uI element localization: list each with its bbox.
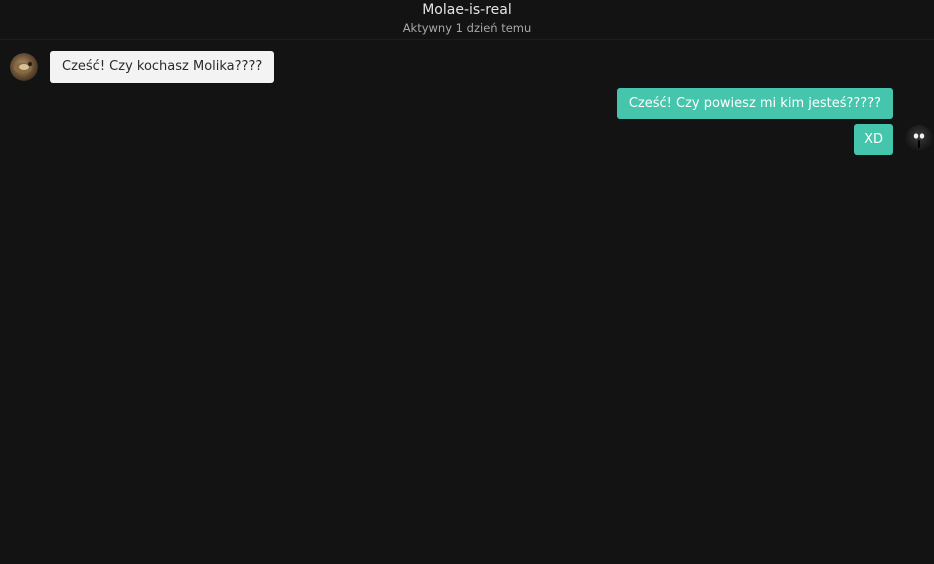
contact-status: Aktywny 1 dzień temu <box>402 21 532 35</box>
contact-name[interactable]: Molae-is-real <box>0 1 934 19</box>
chat-header: Molae-is-real Aktywny 1 dzień temu <box>0 0 934 40</box>
contact-avatar[interactable] <box>10 53 38 81</box>
message-outgoing[interactable]: XD <box>854 124 893 155</box>
chat-window: Molae-is-real Aktywny 1 dzień temu Cześć… <box>0 0 934 564</box>
message-incoming[interactable]: Cześć! Czy kochasz Molika???? <box>50 51 275 83</box>
user-avatar[interactable] <box>905 125 933 153</box>
message-outgoing[interactable]: Cześć! Czy powiesz mi kim jesteś????? <box>616 88 893 119</box>
